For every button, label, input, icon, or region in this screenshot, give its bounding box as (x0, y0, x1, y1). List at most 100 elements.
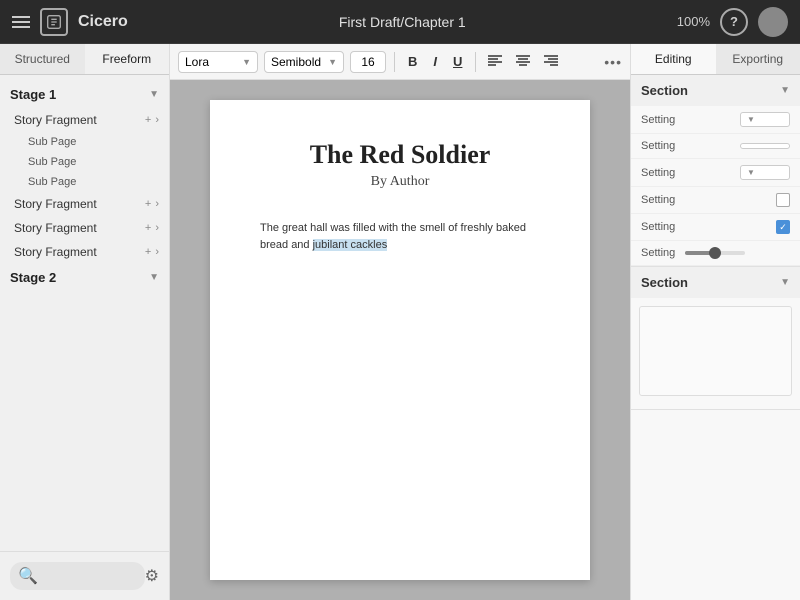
avatar[interactable] (758, 7, 788, 37)
dots-icon[interactable]: › (155, 114, 159, 126)
plus-icon[interactable]: + (145, 246, 151, 258)
plus-icon[interactable]: + (145, 222, 151, 234)
setting-slider-6[interactable] (685, 251, 790, 255)
sidebar-content: Stage 1 ▼ Story Fragment + › Sub Page Su… (0, 75, 169, 551)
search-icon: 🔍 (18, 566, 38, 586)
list-item[interactable]: Story Fragment + › (0, 240, 169, 264)
setting-row-5: Setting ✓ (631, 214, 800, 241)
search-wrap: 🔍 (10, 562, 145, 590)
section-2: Section ▼ (631, 267, 800, 410)
stage-2-label: Stage 2 (10, 270, 56, 285)
document-body[interactable]: The great hall was filled with the smell… (260, 220, 540, 253)
font-weight-select[interactable]: Semibold ▼ (264, 51, 344, 73)
body-text-normal: The great hall was filled with the smell… (260, 222, 526, 251)
align-center-button[interactable] (512, 52, 534, 71)
right-panel-content: Section ▼ Setting ▼ Setting (631, 75, 800, 600)
topbar-left: Cicero (12, 8, 128, 36)
main-layout: Structured Freeform Stage 1 ▼ Story Frag… (0, 44, 800, 600)
align-right-button[interactable] (540, 52, 562, 71)
fragment-actions: + › (145, 246, 159, 258)
setting-dropdown-1[interactable]: ▼ (740, 112, 790, 127)
tab-exporting[interactable]: Exporting (716, 44, 800, 74)
story-fragment-label: Story Fragment (14, 245, 97, 259)
help-button[interactable]: ? (720, 8, 748, 36)
list-item[interactable]: Story Fragment + › (0, 192, 169, 216)
list-item[interactable]: Story Fragment + › (0, 108, 169, 132)
setting-row-4: Setting (631, 187, 800, 214)
story-fragment-label: Story Fragment (14, 221, 97, 235)
right-panel-tabs: Editing Exporting (631, 44, 800, 75)
section-1-header: Section ▼ (631, 75, 800, 106)
section-1: Section ▼ Setting ▼ Setting (631, 75, 800, 267)
underline-button[interactable]: U (448, 52, 467, 71)
bold-button[interactable]: B (403, 52, 422, 71)
section-2-header: Section ▼ (631, 267, 800, 298)
search-input[interactable] (43, 570, 123, 582)
section-2-chevron[interactable]: ▼ (780, 277, 790, 288)
dots-icon[interactable]: › (155, 222, 159, 234)
list-item[interactable]: Story Fragment + › (0, 216, 169, 240)
section-2-textarea[interactable] (639, 306, 792, 396)
plus-icon[interactable]: + (145, 198, 151, 210)
list-item[interactable]: Sub Page (0, 132, 169, 152)
app-name: Cicero (78, 13, 128, 31)
weight-dropdown-arrow: ▼ (328, 57, 337, 67)
dropdown-arrow-1: ▼ (747, 115, 755, 124)
dots-icon[interactable]: › (155, 246, 159, 258)
setting-label-1: Setting (641, 114, 675, 126)
setting-dropdown-2[interactable] (740, 143, 790, 149)
setting-row-1: Setting ▼ (631, 106, 800, 134)
tab-editing[interactable]: Editing (631, 44, 716, 74)
setting-row-6: Setting (631, 241, 800, 266)
tab-structured[interactable]: Structured (0, 44, 85, 74)
stage-1-header[interactable]: Stage 1 ▼ (0, 81, 169, 108)
settings-button[interactable]: ⚙ (145, 566, 159, 586)
list-item[interactable]: Sub Page (0, 152, 169, 172)
sidebar-tabs: Structured Freeform (0, 44, 169, 75)
toolbar-divider-1 (394, 52, 395, 72)
body-text-highlighted: jubilant cackles (313, 239, 388, 251)
list-item[interactable]: Sub Page (0, 172, 169, 192)
sidebar-footer: 🔍 ⚙ (0, 551, 169, 600)
font-size-select[interactable]: 16 (350, 51, 386, 73)
more-options-button[interactable]: ••• (604, 54, 622, 70)
setting-dropdown-3[interactable]: ▼ (740, 165, 790, 180)
font-family-select[interactable]: Lora ▼ (178, 51, 258, 73)
fragment-actions: + › (145, 222, 159, 234)
section-2-label: Section (641, 275, 688, 290)
setting-label-6: Setting (641, 247, 675, 259)
dropdown-arrow-3: ▼ (747, 168, 755, 177)
document-title: First Draft/Chapter 1 (339, 14, 466, 30)
setting-label-3: Setting (641, 167, 675, 179)
section-1-chevron[interactable]: ▼ (780, 85, 790, 96)
section-1-label: Section (641, 83, 688, 98)
plus-icon[interactable]: + (145, 114, 151, 126)
dots-icon[interactable]: › (155, 198, 159, 210)
stage-2-chevron: ▼ (149, 272, 159, 283)
menu-icon[interactable] (12, 16, 30, 28)
page-canvas[interactable]: The Red Soldier By Author The great hall… (210, 100, 590, 580)
italic-button[interactable]: I (428, 52, 442, 71)
formatting-toolbar: Lora ▼ Semibold ▼ 16 B I U (170, 44, 630, 80)
font-dropdown-arrow: ▼ (242, 57, 251, 67)
stage-2-header[interactable]: Stage 2 ▼ (0, 264, 169, 291)
setting-label-5: Setting (641, 221, 675, 233)
align-left-button[interactable] (484, 52, 506, 71)
sidebar: Structured Freeform Stage 1 ▼ Story Frag… (0, 44, 170, 600)
document-chapter-title: The Red Soldier (260, 140, 540, 170)
setting-row-3: Setting ▼ (631, 159, 800, 187)
story-fragment-label: Story Fragment (14, 113, 97, 127)
document-author: By Author (260, 174, 540, 190)
tab-freeform[interactable]: Freeform (85, 44, 170, 74)
topbar-right: 100% ? (677, 7, 788, 37)
setting-checkbox-5[interactable]: ✓ (776, 220, 790, 234)
fragment-actions: + › (145, 198, 159, 210)
setting-checkbox-4[interactable] (776, 193, 790, 207)
setting-row-2: Setting (631, 134, 800, 159)
font-family-value: Lora (185, 55, 209, 69)
toolbar-divider-2 (475, 52, 476, 72)
stage-1-chevron: ▼ (149, 89, 159, 100)
zoom-level: 100% (677, 14, 710, 29)
fragment-actions: + › (145, 114, 159, 126)
topbar: Cicero First Draft/Chapter 1 100% ? (0, 0, 800, 44)
